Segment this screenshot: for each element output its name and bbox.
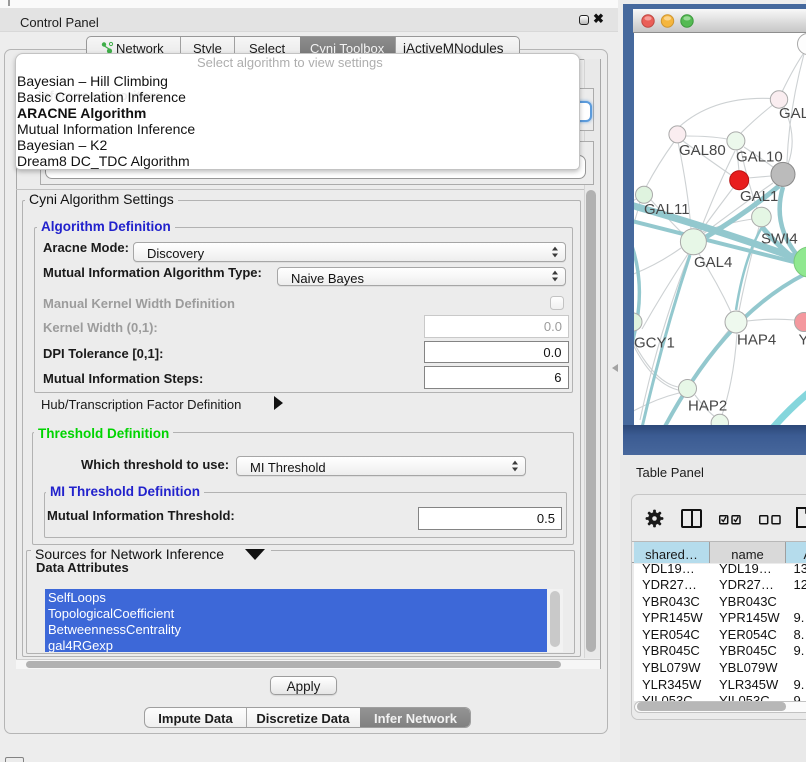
svg-text:GAL1: GAL1 [740,188,778,205]
svg-text:GAL4: GAL4 [694,254,732,271]
svg-text:GAL80: GAL80 [679,142,726,159]
svg-text:GAL10: GAL10 [736,149,783,166]
svg-text:GCY1: GCY1 [634,335,675,352]
svg-text:HAP2: HAP2 [688,398,727,415]
svg-text:SWI4: SWI4 [761,231,798,248]
svg-text:GAL11: GAL11 [644,201,690,218]
svg-text:GAL7: GAL7 [779,105,806,122]
svg-text:HAP4: HAP4 [737,332,776,349]
svg-text:YJ: YJ [799,332,806,349]
